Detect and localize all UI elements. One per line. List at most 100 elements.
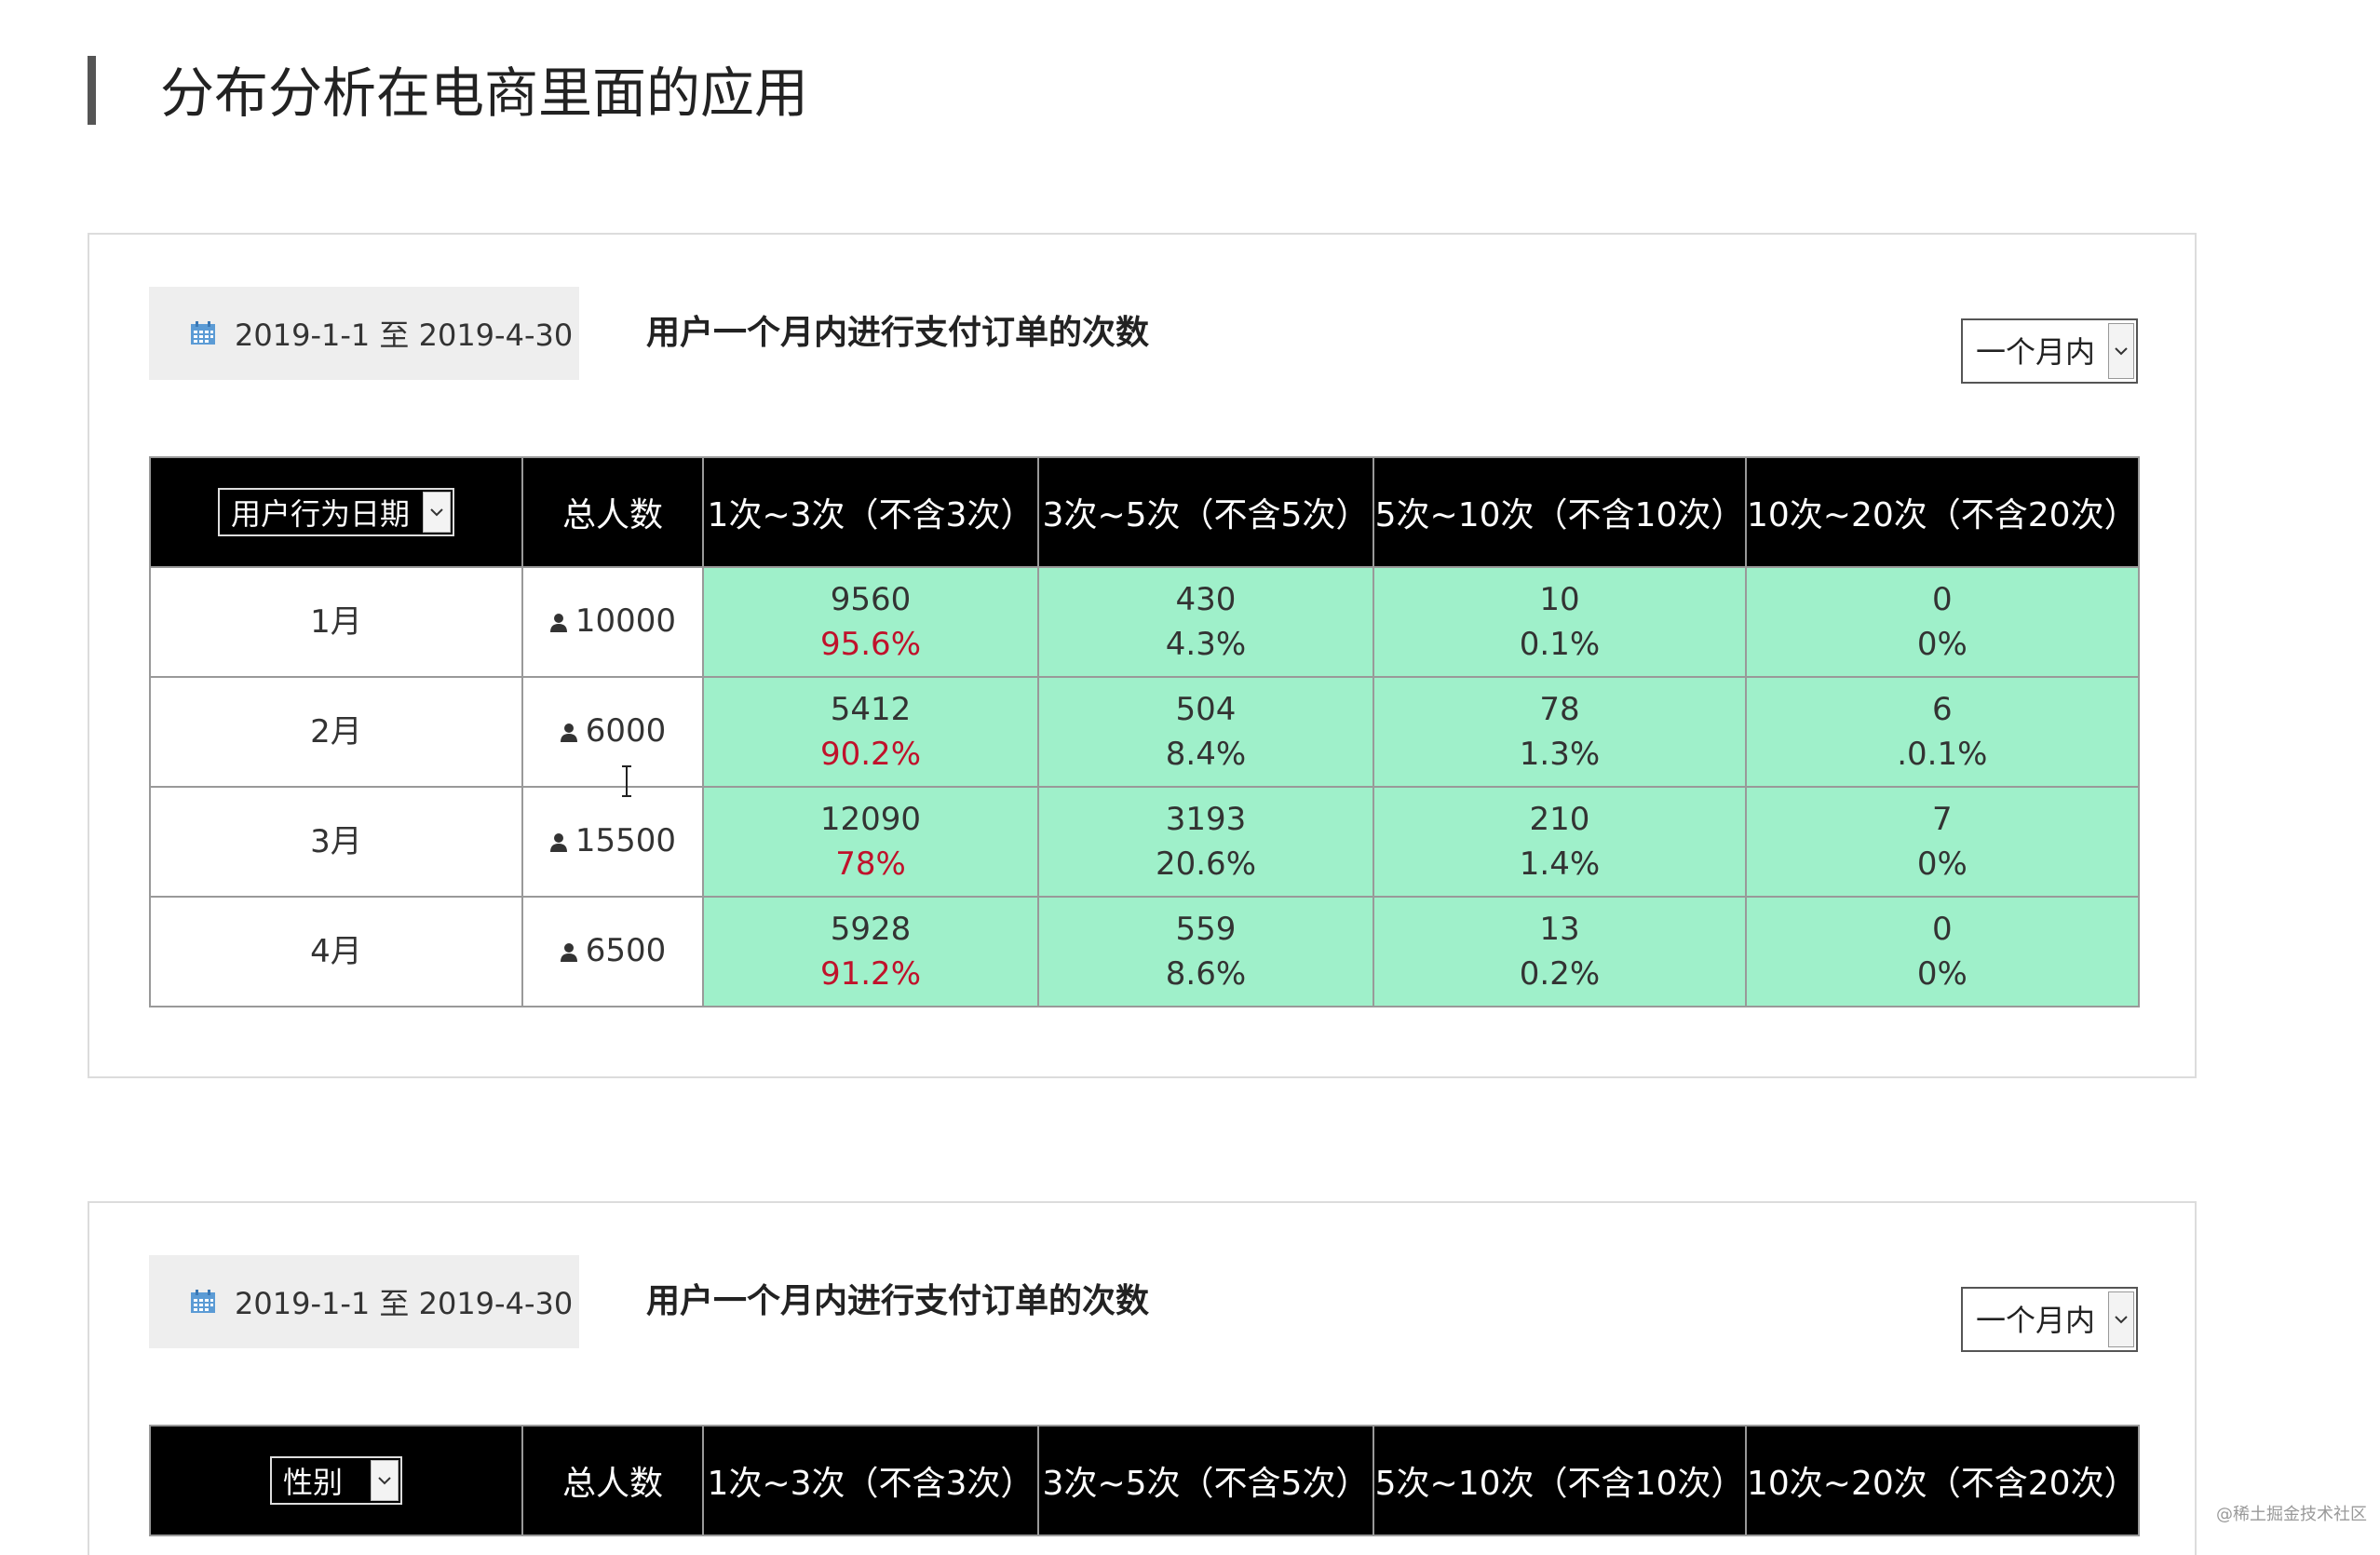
table-row: 1月 10000 9560 95.6% 430 4.3% 10 0.1% 0 0% [149,566,2140,678]
panel-title: 用户一个月内进行支付订单的次数 [646,314,1150,352]
date-range-text: 2019-1-1 至 2019-4-30 [235,318,574,353]
percent-value: 20.6% [1155,845,1256,883]
dimension-header: 用户行为日期 [149,456,523,568]
percent-value: 90.2% [819,736,921,773]
percent-value: 1.3% [1519,736,1601,773]
percent-value: 8.4% [1165,736,1247,773]
bucket-cell: 7 0% [1745,786,2140,898]
bucket-cell: 78 1.3% [1373,676,1747,788]
user-icon [560,710,578,755]
dimension-select[interactable]: 性别 [270,1456,402,1505]
table-header-row: 性别 总人数 1次~3次（不含3次） 3次~5次（不含5次） 5次~10次（不含… [149,1425,2140,1536]
bucket-cell: 5412 90.2% [702,676,1039,788]
count-value: 504 [1175,691,1237,728]
percent-value: 4.3% [1165,626,1247,663]
column-header: 总人数 [521,1425,704,1536]
percent-value: 95.6% [819,626,921,663]
total-value: 15500 [575,822,677,860]
row-label: 4月 [149,896,523,1007]
count-value: 7 [1931,801,1953,838]
percent-value: 8.6% [1165,955,1247,993]
total-value: 6000 [585,712,667,750]
user-icon [560,930,578,975]
bucket-cell: 3193 20.6% [1037,786,1374,898]
dimension-select[interactable]: 用户行为日期 [218,488,454,536]
count-value: 5928 [830,911,912,948]
total-cell: 6500 [521,896,704,1007]
text-cursor-icon [622,765,631,797]
calendar-icon [190,1290,216,1314]
percent-value: .0.1% [1897,736,1988,773]
chevron-down-icon[interactable] [2108,323,2134,379]
bucket-cell: 210 1.4% [1373,786,1747,898]
table-row: 3月 15500 12090 78% 3193 20.6% 210 1.4% 7 0% [149,786,2140,898]
column-header: 10次~20次（不含20次） [1745,456,2140,568]
count-value: 12090 [819,801,922,838]
chevron-down-icon[interactable] [423,492,451,533]
bucket-cell: 9560 95.6% [702,566,1039,678]
bucket-cell: 559 8.6% [1037,896,1374,1007]
bucket-cell: 13 0.2% [1373,896,1747,1007]
table-header-row: 用户行为日期 总人数 1次~3次（不含3次） 3次~5次（不含5次） 5次~10… [149,456,2140,568]
table-row: 2月 6000 5412 90.2% 504 8.4% 78 1.3% 6 .0.1% [149,676,2140,788]
bucket-cell: 504 8.4% [1037,676,1374,788]
percent-value: 0.2% [1519,955,1601,993]
column-header: 总人数 [521,456,704,568]
bucket-cell: 0 0% [1745,896,2140,1007]
column-header: 5次~10次（不含10次） [1373,456,1747,568]
bucket-cell: 6 .0.1% [1745,676,2140,788]
dimension-header: 性别 [149,1425,523,1536]
date-range-picker[interactable]: 2019-1-1 至 2019-4-30 [149,287,579,380]
count-value: 0 [1931,911,1953,948]
bucket-cell: 0 0% [1745,566,2140,678]
bucket-cell: 12090 78% [702,786,1039,898]
dimension-select-value: 用户行为日期 [231,496,411,532]
distribution-panel-2: 2019-1-1 至 2019-4-30 用户一个月内进行支付订单的次数 一个月… [88,1201,2197,1555]
percent-value: 0% [1916,626,1968,663]
chevron-down-icon[interactable] [2108,1291,2134,1347]
table-row: 4月 6500 5928 91.2% 559 8.6% 13 0.2% 0 0% [149,896,2140,1007]
count-value: 5412 [830,691,912,728]
count-value: 6 [1931,691,1953,728]
period-select[interactable]: 一个月内 [1961,1287,2138,1352]
date-range-picker[interactable]: 2019-1-1 至 2019-4-30 [149,1255,579,1348]
percent-value: 0.1% [1519,626,1601,663]
total-cell: 15500 [521,786,704,898]
count-value: 559 [1175,911,1237,948]
user-icon [549,601,568,645]
total-cell: 6000 [521,676,704,788]
period-select-value: 一个月内 [1976,1303,2096,1338]
period-select[interactable]: 一个月内 [1961,318,2138,384]
count-value: 210 [1529,801,1590,838]
bucket-cell: 5928 91.2% [702,896,1039,1007]
distribution-table: 性别 总人数 1次~3次（不含3次） 3次~5次（不含5次） 5次~10次（不含… [149,1425,2140,1536]
distribution-table: 用户行为日期 总人数 1次~3次（不含3次） 3次~5次（不含5次） 5次~10… [149,456,2140,1007]
count-value: 13 [1539,911,1580,948]
distribution-panel-1: 2019-1-1 至 2019-4-30 用户一个月内进行支付订单的次数 一个月… [88,233,2197,1078]
column-header: 3次~5次（不含5次） [1037,1425,1374,1536]
chevron-down-icon[interactable] [371,1460,399,1501]
title-accent-bar [88,56,96,125]
date-range-text: 2019-1-1 至 2019-4-30 [235,1286,574,1321]
percent-value: 0% [1916,845,1968,883]
bucket-cell: 10 0.1% [1373,566,1747,678]
column-header: 1次~3次（不含3次） [702,1425,1039,1536]
column-header: 10次~20次（不含20次） [1745,1425,2140,1536]
column-header: 3次~5次（不含5次） [1037,456,1374,568]
count-value: 9560 [830,581,912,618]
panel-title: 用户一个月内进行支付订单的次数 [646,1282,1150,1320]
row-label: 1月 [149,566,523,678]
watermark: @稀土掘金技术社区 [2216,1505,2367,1524]
total-value: 10000 [575,602,677,641]
calendar-icon [190,321,216,345]
percent-value: 78% [835,845,906,883]
count-value: 10 [1539,581,1580,618]
user-icon [549,820,568,865]
bucket-cell: 430 4.3% [1037,566,1374,678]
row-label: 3月 [149,786,523,898]
column-header: 5次~10次（不含10次） [1373,1425,1747,1536]
total-value: 6500 [585,932,667,970]
percent-value: 1.4% [1519,845,1601,883]
percent-value: 91.2% [819,955,921,993]
row-label: 2月 [149,676,523,788]
